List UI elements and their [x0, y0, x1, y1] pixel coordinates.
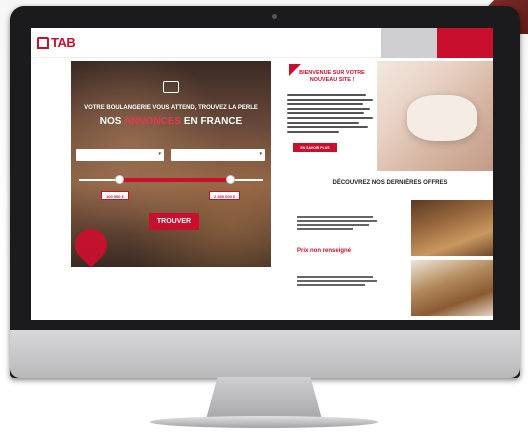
- offer-card[interactable]: [293, 260, 493, 320]
- hero-title: NOS ANNONCES EN FRANCE: [71, 116, 271, 127]
- baker-hands-photo: [377, 61, 493, 171]
- welcome-title: BIENVENUE SUR VOTRE NOUVEAU SITE !: [299, 70, 365, 83]
- hero-title-highlight: ANNONCES: [123, 116, 182, 127]
- site-header: TAB: [31, 28, 493, 58]
- offer-description: [297, 276, 377, 288]
- hero-search-panel: VOTRE BOULANGERIE VOUS ATTEND, TROUVEZ L…: [71, 61, 271, 267]
- welcome-paragraph: [287, 94, 373, 135]
- marketing-scene: TAB VOTRE BOULANGERIE VOUS ATTEND, TROUV…: [0, 0, 528, 440]
- min-price-box: 100 000 €: [101, 191, 129, 200]
- max-price-box: 2 350 000 €: [209, 191, 241, 200]
- region-select[interactable]: [171, 149, 265, 161]
- hero-title-pre: NOS: [99, 116, 124, 127]
- offer-photo[interactable]: [411, 260, 493, 316]
- business-type-select[interactable]: [76, 149, 164, 161]
- website-screen: TAB VOTRE BOULANGERIE VOUS ATTEND, TROUV…: [31, 28, 493, 320]
- monitor-chin: [10, 330, 520, 378]
- price-max-handle[interactable]: [225, 175, 235, 184]
- webcam-icon: [272, 14, 277, 19]
- monitor-stand-base: [150, 416, 378, 428]
- offers-title: DÉCOUVREZ NOS DERNIÈRES OFFRES: [332, 180, 448, 186]
- site-logo[interactable]: TAB: [37, 35, 76, 50]
- logo-text: TAB: [51, 35, 76, 50]
- learn-more-button[interactable]: EN SAVOIR PLUS: [293, 143, 337, 152]
- price-min-handle[interactable]: [115, 175, 125, 184]
- offer-description: [297, 216, 377, 232]
- price-range-fill: [119, 178, 230, 182]
- location-pin-icon[interactable]: [71, 222, 114, 267]
- shop-icon: [163, 81, 179, 93]
- hero-title-post: EN FRANCE: [181, 116, 243, 127]
- bakery-logo-icon: [37, 36, 49, 49]
- monitor-stand: [206, 377, 322, 419]
- hero-subtitle: VOTRE BOULANGERIE VOUS ATTEND, TROUVEZ L…: [84, 105, 258, 111]
- search-button[interactable]: TROUVER: [149, 213, 199, 230]
- offer-photo[interactable]: [411, 200, 493, 256]
- header-grey-button[interactable]: [381, 28, 437, 58]
- offer-price: Prix non renseigné: [297, 248, 352, 254]
- header-red-button[interactable]: [437, 28, 493, 58]
